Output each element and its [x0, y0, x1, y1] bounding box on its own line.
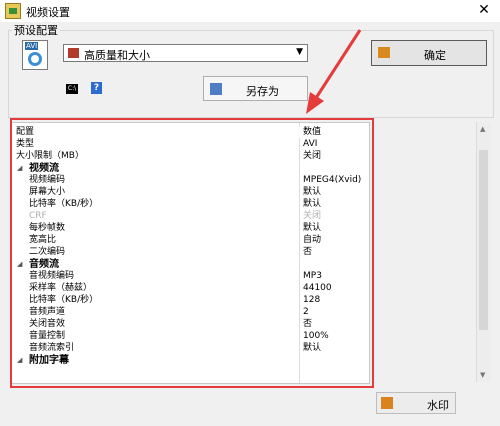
window-title: 视频设置 — [26, 6, 70, 19]
scroll-up-icon[interactable]: ▲ — [480, 125, 485, 133]
preset-group-label: 预设配置 — [12, 22, 60, 38]
preset-dropdown[interactable]: 高质量和大小 ▼ — [63, 44, 308, 62]
avi-icon-text: AVI — [25, 42, 39, 50]
app-icon — [5, 3, 21, 19]
chevron-down-icon[interactable]: ▼ — [296, 47, 303, 57]
highlight-frame — [10, 118, 374, 388]
command-line-icon[interactable]: C:\ — [66, 84, 78, 94]
title-bar: 视频设置 ✕ — [0, 0, 500, 22]
preset-selected-value: 高质量和大小 — [84, 49, 150, 62]
save-icon — [210, 83, 222, 95]
grid-scrollbar[interactable]: ▲ ▼ — [476, 122, 491, 382]
ok-button[interactable]: 确定 — [371, 40, 487, 66]
scroll-down-icon[interactable]: ▼ — [480, 371, 485, 379]
ok-button-label: 确定 — [424, 49, 446, 62]
preset-icon — [68, 48, 79, 58]
close-button[interactable]: ✕ — [474, 1, 494, 19]
watermark-label: 水印 — [427, 399, 449, 412]
watermark-icon — [381, 397, 393, 409]
watermark-button[interactable]: 水印 — [376, 392, 456, 414]
close-icon[interactable]: ✕ — [478, 2, 490, 18]
save-as-label: 另存为 — [246, 85, 279, 98]
arrow-right-icon — [378, 47, 390, 58]
avi-file-icon: AVI — [22, 40, 48, 70]
help-icon[interactable]: ? — [91, 82, 102, 94]
disc-icon — [28, 52, 42, 66]
scrollbar-thumb[interactable] — [479, 150, 488, 330]
save-as-button[interactable]: 另存为 — [203, 76, 308, 101]
